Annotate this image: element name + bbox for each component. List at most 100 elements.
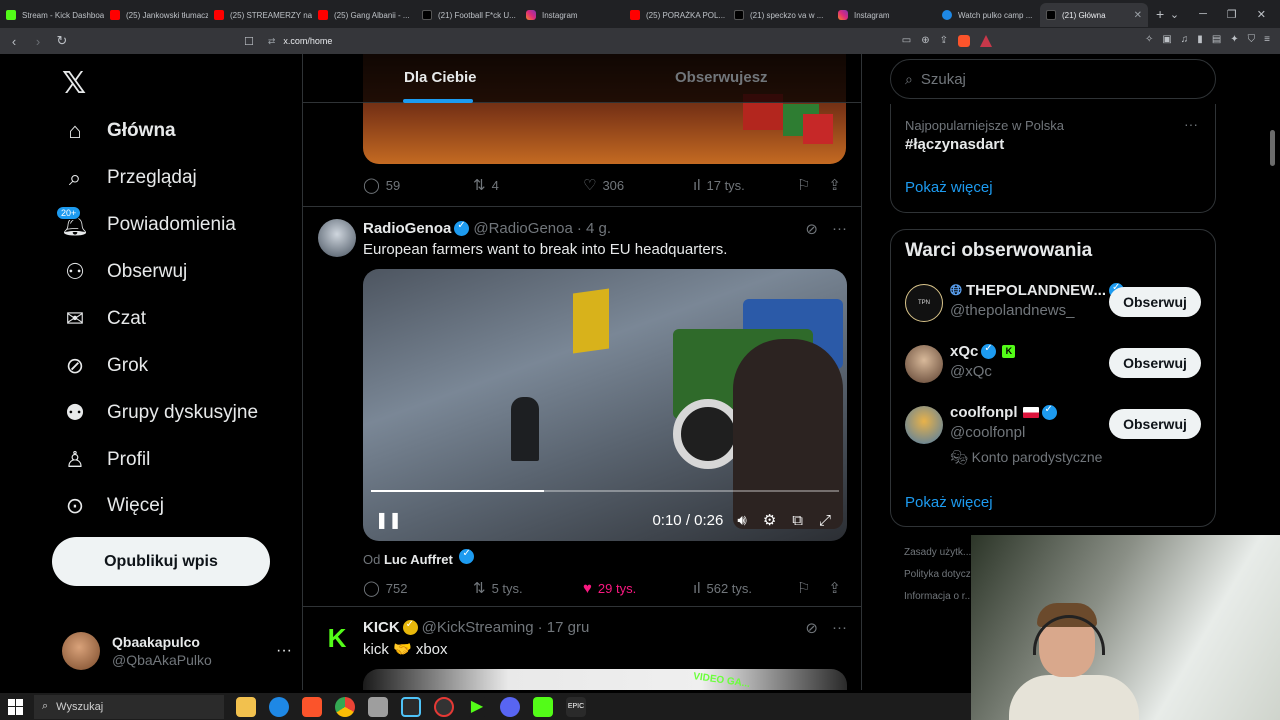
sidebar-icon[interactable]: ▮ (1197, 34, 1203, 45)
follow-button[interactable]: Obserwuj (1109, 287, 1201, 317)
fullscreen-icon[interactable]: ⤢ (819, 512, 831, 529)
share-icon[interactable]: ⇪ (828, 579, 841, 597)
picture-in-picture-icon[interactable]: ⧉ (792, 512, 803, 529)
extensions-icon[interactable]: ✧ (1145, 34, 1153, 45)
url-field[interactable]: ☐ ⇄ x.com/home ▭ ⊕ ⇪ (244, 30, 992, 52)
obs-icon[interactable] (434, 696, 454, 717)
tab-following[interactable]: Obserwujesz (675, 69, 768, 86)
kick-icon[interactable] (533, 696, 553, 717)
grok-icon[interactable]: ⊘ (805, 619, 818, 637)
tweet-author-name[interactable]: KICK (363, 619, 400, 636)
avatar[interactable] (318, 219, 356, 257)
ccleaner-icon[interactable] (401, 696, 421, 717)
settings-icon[interactable]: ⚙ (763, 511, 776, 529)
discord-icon[interactable] (500, 696, 520, 717)
x-logo-icon[interactable]: 𝕏 (62, 66, 86, 101)
avatar[interactable] (905, 345, 943, 383)
tweet-author-handle[interactable]: @KickStreaming (422, 619, 534, 636)
screenshot-icon[interactable]: ▣ (1162, 34, 1171, 45)
close-window-icon[interactable]: ✕ (1257, 8, 1266, 21)
show-more-link[interactable]: Pokaż więcej (905, 179, 993, 196)
volume-icon[interactable]: 🔊︎ (737, 512, 746, 529)
media-icon[interactable]: ♫ (1181, 34, 1189, 45)
tweet-media-image[interactable]: VIDEO GA... (363, 669, 847, 690)
follow-button[interactable]: Obserwuj (1109, 409, 1201, 439)
more-icon[interactable]: ··· (1184, 116, 1198, 132)
brave-icon[interactable] (302, 696, 322, 717)
tweet-time[interactable]: · 17 gru (538, 619, 590, 636)
share-icon[interactable]: ⇪ (940, 35, 948, 47)
tab-for-you[interactable]: Dla Ciebie (404, 69, 477, 86)
edge-icon[interactable] (269, 696, 289, 717)
tweet-author-handle[interactable]: @RadioGenoa (473, 220, 572, 237)
chevron-down-icon[interactable]: ⌄ (1170, 8, 1179, 21)
more-icon[interactable]: ··· (832, 220, 847, 238)
repost-button[interactable]: ⇅ 5 tys. (473, 579, 583, 597)
back-icon[interactable]: ‹ (4, 34, 24, 49)
bookmark-icon[interactable]: ☐ (244, 35, 254, 48)
publish-post-button[interactable]: Opublikuj wpis (52, 537, 270, 586)
trend-item[interactable]: #łączynasdart (905, 136, 1004, 153)
avatar[interactable]: TPN (905, 284, 943, 322)
follow-suggestion[interactable]: xQcK @xQc Obserwuj (905, 343, 1201, 387)
wallet-icon[interactable]: ▤ (1212, 34, 1221, 45)
views-button[interactable]: ıl 562 tys. (693, 580, 752, 597)
close-tab-icon[interactable]: ✕ (1134, 10, 1142, 21)
browser-tab[interactable]: Watch pulko camp ... (936, 3, 1040, 27)
restore-icon[interactable]: ❐ (1227, 8, 1237, 21)
leo-icon[interactable]: ✦ (1230, 34, 1238, 45)
tweet-time[interactable]: · 4 g. (577, 220, 611, 237)
minimize-icon[interactable]: ─ (1199, 8, 1207, 21)
kick-logo-icon[interactable]: K (318, 619, 356, 657)
taskbar-search[interactable]: ⌕ Wyszukaj (34, 694, 224, 719)
epic-games-icon[interactable]: EPIC (566, 696, 586, 717)
browser-tab[interactable]: (25) Jankowski tłumaczy (104, 3, 208, 27)
more-icon[interactable]: ··· (832, 619, 847, 637)
nav-item-follow[interactable]: ⚇ Obserwuj (62, 257, 187, 287)
search-box[interactable]: ⌕ (890, 59, 1216, 99)
account-switcher[interactable]: Qbaakapulco @QbaAkaPulko ··· (62, 632, 292, 670)
zoom-icon[interactable]: ⊕ (921, 35, 929, 47)
nav-item-chat[interactable]: ✉ Czat (62, 304, 146, 334)
play-icon[interactable]: ▶ (467, 696, 487, 717)
browser-tab[interactable]: Instagram (520, 3, 624, 27)
bookmark-icon[interactable]: ⚐ (797, 176, 810, 194)
page-scrollbar[interactable] (1270, 130, 1275, 166)
nav-item-profile[interactable]: ♙ Profil (62, 445, 150, 475)
nav-item-communities[interactable]: ⚉ Grupy dyskusyjne (62, 398, 258, 428)
footer-link[interactable]: Zasady użytk... (904, 547, 971, 558)
reply-button[interactable]: ◯ 59 (363, 176, 473, 194)
browser-tab-active[interactable]: (21) Główna ✕ (1040, 3, 1148, 27)
search-input[interactable] (920, 70, 1181, 88)
chrome-icon[interactable] (335, 696, 355, 717)
vpn-icon[interactable]: ⛉ (1248, 34, 1256, 45)
follow-suggestion[interactable]: TPN 🌐︎THEPOLANDNEW... @thepolandnews_ Ob… (905, 282, 1201, 326)
follow-button[interactable]: Obserwuj (1109, 348, 1201, 378)
browser-tab[interactable]: (21) Football F*ck U... (416, 3, 520, 27)
file-explorer-icon[interactable] (236, 696, 256, 717)
new-tab-icon[interactable]: + (1156, 6, 1164, 22)
like-button[interactable]: ♡ 306 (583, 176, 693, 194)
nav-item-notifications[interactable]: 🔔︎ 20+ Powiadomienia (56, 206, 236, 240)
browser-tab[interactable]: Instagram (832, 3, 936, 27)
browser-tab[interactable]: (25) PORAŻKA POL... (624, 3, 728, 27)
forward-icon[interactable]: › (28, 34, 48, 49)
credit-author[interactable]: Luc Auffret (384, 552, 453, 567)
grok-icon[interactable]: ⊘ (805, 220, 818, 238)
browser-tab[interactable]: Stream - Kick Dashboard (0, 3, 104, 27)
tweet-author-name[interactable]: RadioGenoa (363, 220, 451, 237)
tweet[interactable]: K KICK @KickStreaming · 17 gru ⊘ ··· kic… (303, 606, 861, 690)
brave-rewards-icon[interactable] (980, 35, 992, 47)
browser-tab[interactable]: (25) STREAMERZY na (208, 3, 312, 27)
follow-suggestion[interactable]: coolfonpl @coolfonpl Obserwuj (905, 404, 1201, 448)
browser-tab[interactable]: (21) speckzo va w ... (728, 3, 832, 27)
pause-icon[interactable]: ❚❚ (375, 510, 402, 530)
share-icon[interactable]: ⇪ (828, 176, 841, 194)
windows-start-icon[interactable] (8, 698, 24, 715)
avatar[interactable] (905, 406, 943, 444)
nav-item-home[interactable]: ⌂ Główna (62, 116, 175, 146)
app-icon[interactable] (368, 696, 388, 717)
repost-button[interactable]: ⇅ 4 (473, 176, 583, 194)
footer-link[interactable]: Polityka dotycz... (904, 569, 979, 580)
views-button[interactable]: ıl 17 tys. (693, 177, 745, 194)
